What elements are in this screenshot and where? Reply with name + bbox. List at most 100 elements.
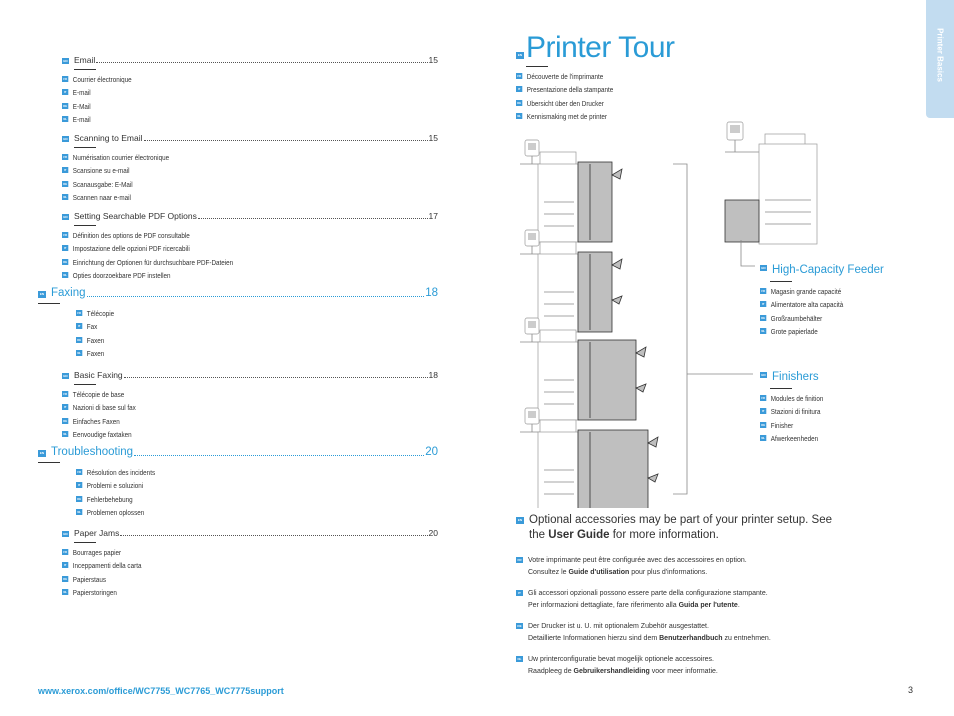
toc-label[interactable]: Troubleshooting [51,446,133,458]
lang-badge-it: IT [516,590,523,596]
printer-tour-heading: EN Printer Tour FR Découverte de l'imprim… [516,30,675,124]
section-tab-label: Printer Basics [935,28,945,82]
lang-badge-en: EN [38,450,46,457]
toc-page-number[interactable]: 20 [425,446,438,458]
section-tab[interactable]: Printer Basics [926,0,954,118]
support-url-link[interactable]: www.xerox.com/office/WC7755_WC7765_WC777… [38,686,284,696]
translation-fr: FR Découverte de l'imprimante [516,71,659,84]
printer-with-hcf [724,121,818,245]
lang-badge-it: IT [760,408,767,415]
lang-badge-de: DE [760,314,767,321]
toc-entry-scanning-to-email[interactable]: EN Scanning to Email 15 FR Numérisation cour… [62,133,438,205]
guide-link[interactable]: Benutzerhandbuch [659,635,722,642]
toc-translations: FR Courrier électronique IT E-mail DE E-Mail N… [62,74,438,127]
lang-badge-it: IT [516,86,523,93]
toc-entry-paper-jams[interactable]: EN Paper Jams 20 FR Bourrages papier IT Incepp… [62,528,438,600]
toc-label[interactable]: Scanning to Email [74,133,143,143]
page-number: 3 [908,685,914,695]
translation-text: Courrier électronique [72,77,132,84]
toc-label[interactable]: Basic Faxing [74,370,123,380]
translation-text: Übersicht über den Drucker [526,100,604,108]
page-title: Printer Tour [526,31,675,64]
toc-entry-searchable-pdf[interactable]: EN Setting Searchable PDF Options 17 FR Défi… [62,211,438,283]
lang-badge-it: IT [62,404,69,411]
divider [74,147,96,148]
divider [74,69,96,70]
toc-heading[interactable]: EN Basic Faxing 18 [62,370,438,380]
translation-text: Inceppamenti della carta [72,563,142,571]
translation-nl: NL Scannen naar e-mail [62,192,400,205]
translation-it: IT Scansione su e-mail [62,165,400,178]
lang-badge-fr: FR [516,557,523,563]
toc-translations: FR Numérisation courrier électronique IT Sc… [62,152,438,205]
lang-badge-en: EN [760,371,767,378]
translation-it: IT Presentazione della stampante [516,84,659,97]
toc-entry-basic-faxing[interactable]: EN Basic Faxing 18 FR Télécopie de base IT Naz… [62,370,438,442]
toc-heading[interactable]: EN Scanning to Email 15 [62,133,438,143]
printer-config-1 [520,139,623,243]
toc-page-number[interactable]: 17 [429,211,438,221]
leader-dots [143,140,428,141]
note-fr: FR Votre imprimante peut être configurée … [516,555,846,578]
translation-fr: FR Bourrages papier [62,547,400,560]
lang-badge-nl: NL [62,194,69,201]
lang-badge-de: DE [76,495,83,502]
translation-text: Problemi e soluzioni [86,483,144,491]
note-de: DE Der Drucker ist u. U. mit optionalem Z… [516,621,846,644]
toc-label[interactable]: Email [74,55,95,65]
guide-link[interactable]: Guide d'utilisation [568,569,629,576]
toc-page-number[interactable]: 15 [429,55,438,65]
toc-page-number[interactable]: 20 [429,528,438,538]
divider [74,542,96,543]
note-nl: NL Uw printerconfiguratie bevat mogelijk … [516,654,846,677]
toc-entry-faxing[interactable]: EN Faxing 18 FR Télécopie IT Fax DE Faxen NL Faxen [38,287,438,361]
lang-badge-nl: NL [62,431,69,438]
high-capacity-feeder-unit [724,199,760,243]
translation-text: Fehlerbehebung [86,496,133,504]
callout-title: Finishers [772,371,819,383]
translation-fr: FR Télécopie [76,308,402,321]
user-guide-link[interactable]: User Guide [548,529,609,541]
guide-link[interactable]: Guida per l'utente [679,602,738,609]
translation-text: E-Mail [72,103,91,111]
toc-label[interactable]: Paper Jams [74,528,119,538]
translation-de: DE Fehlerbehebung [76,494,402,507]
lang-badge-de: DE [62,258,69,265]
note-line: Gli accessori opzionali possono essere p… [528,590,768,597]
translation-text: Großraumbehälter [770,315,823,323]
note-it: IT Gli accessori opzionali possono essere… [516,588,846,611]
toc-label[interactable]: Setting Searchable PDF Options [74,211,197,221]
toc-page-number[interactable]: 18 [425,287,438,299]
translation-nl: NL Afwerkeenheden [760,433,823,446]
translation-text: Télécopie [86,311,115,318]
toc-heading[interactable]: EN Paper Jams 20 [62,528,438,538]
translation-it: IT Stazioni di finitura [760,406,823,419]
leader-dots [134,455,425,456]
leader-dots [96,62,428,63]
lang-badge-fr: FR [76,310,83,317]
translation-it: IT E-mail [62,87,400,100]
toc-heading[interactable]: EN Setting Searchable PDF Options 17 [62,211,438,221]
toc-translations: FR Définition des options de PDF consulta… [62,230,438,283]
toc-heading[interactable]: EN Email 15 [62,55,438,65]
lang-badge-de: DE [516,99,523,106]
lang-badge-en: EN [62,214,69,220]
toc-entry-troubleshooting[interactable]: EN Troubleshooting 20 FR Résolution des inci… [38,446,438,520]
guide-link[interactable]: Gebruikershandleiding [574,668,650,675]
divider [38,462,60,463]
translation-de: DE Finisher [760,420,823,433]
translation-fr: FR Résolution des incidents [76,467,402,480]
toc-page-number[interactable]: 15 [429,133,438,143]
toc-page-number[interactable]: 18 [429,370,438,380]
toc-entry-email[interactable]: EN Email 15 FR Courrier électronique IT E-mail… [62,55,438,127]
toc-heading[interactable]: EN Faxing 18 [38,287,438,299]
printer-config-2 [520,229,623,333]
printer-config-3 [520,317,647,421]
divider [38,303,60,304]
toc-label[interactable]: Faxing [51,287,86,299]
toc-heading[interactable]: EN Troubleshooting 20 [38,446,438,458]
translation-text: Afwerkeenheden [770,435,819,443]
lang-badge-fr: FR [62,391,69,398]
translation-text: Papierstaus [72,576,107,584]
translation-text: Découverte de l'imprimante [526,74,604,81]
